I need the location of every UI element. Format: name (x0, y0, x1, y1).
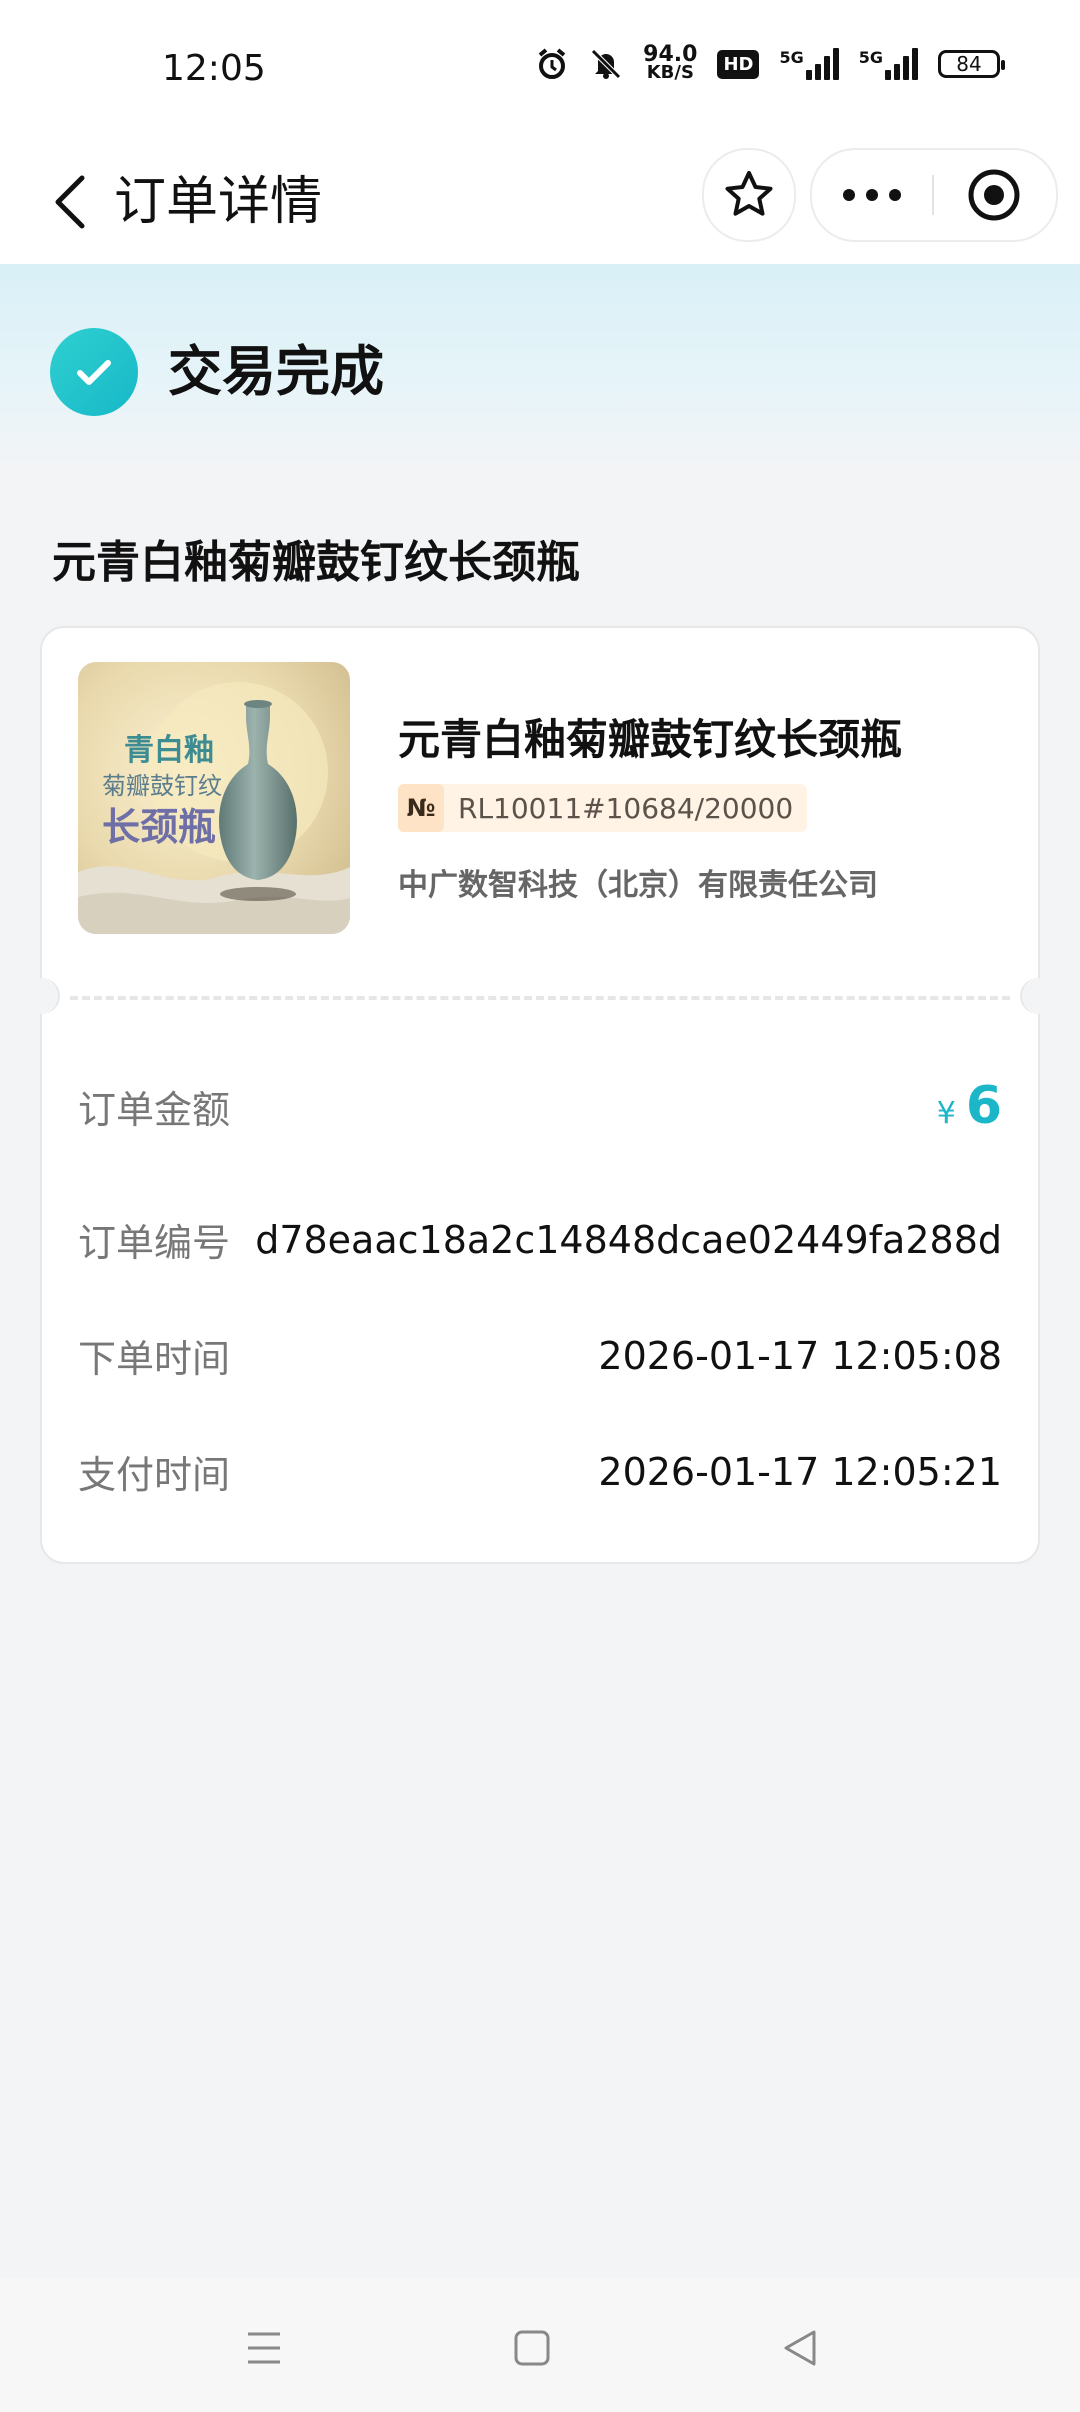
ticket-notch-left (22, 978, 60, 1014)
ticket-notch-right (1020, 978, 1058, 1014)
pay-time-row: 支付时间 2026-01-17 12:05:21 (78, 1444, 1002, 1499)
order-time-row: 下单时间 2026-01-17 12:05:08 (78, 1328, 1002, 1383)
page-title: 订单详情 (114, 172, 323, 232)
chevron-left-icon (55, 175, 85, 229)
order-number-row: 订单编号 d78eaac18a2c14848dcae02449fa288d (78, 1212, 1002, 1267)
amount-number: 6 (965, 1076, 1002, 1136)
system-nav-bar (0, 2278, 1080, 2412)
signal-icon-2: 5G (859, 48, 918, 80)
product-title: 元青白釉菊瓣鼓钉纹长颈瓶 (398, 715, 903, 764)
back-nav-button[interactable] (760, 2308, 840, 2388)
back-button[interactable] (30, 162, 110, 242)
order-status-banner: 交易完成 (0, 264, 1080, 474)
mute-bell-icon (589, 47, 623, 81)
order-number-value[interactable]: d78eaac18a2c14848dcae02449fa288d (255, 1218, 1002, 1262)
target-circle-icon (968, 169, 1020, 221)
amount-label: 订单金额 (78, 1087, 231, 1132)
product-thumbnail[interactable]: 青白釉 菊瓣鼓钉纹 长颈瓶 (78, 662, 350, 934)
product-heading: 元青白釉菊瓣鼓钉纹长颈瓶 (52, 537, 580, 588)
pay-time-value: 2026-01-17 12:05:21 (598, 1449, 1002, 1494)
network-speed: 94.0 KB/S (643, 42, 698, 83)
order-card: 青白釉 菊瓣鼓钉纹 长颈瓶 元青白釉菊瓣鼓钉纹长颈瓶 № RL10011#106… (22, 626, 1058, 1564)
battery-icon: 84 (938, 50, 1005, 78)
check-icon (50, 328, 138, 416)
menu-button[interactable] (224, 2308, 304, 2388)
thumb-text-3: 长颈瓶 (102, 804, 216, 849)
hd-voice-icon: HD (717, 49, 760, 79)
more-dots-icon (843, 189, 901, 201)
more-button[interactable] (812, 150, 932, 240)
home-button[interactable] (492, 2308, 572, 2388)
dashed-divider (70, 996, 1010, 1000)
serial-code: RL10011#10684/20000 (458, 791, 794, 825)
alarm-icon (535, 47, 569, 81)
page-header: 订单详情 (0, 140, 1080, 264)
favorite-button[interactable] (702, 148, 796, 242)
order-status-text: 交易完成 (168, 340, 384, 403)
order-number-label: 订单编号 (78, 1221, 231, 1265)
thumb-text-1: 青白釉 (124, 733, 214, 768)
close-mini-program-button[interactable] (934, 150, 1054, 240)
home-square-icon (514, 2330, 550, 2366)
pay-time-label: 支付时间 (78, 1453, 231, 1497)
star-icon (725, 171, 773, 216)
amount-row: 订单金额 ¥ 6 (78, 1076, 1002, 1136)
status-icons: 94.0 KB/S HD 5G 5G 84 (535, 42, 1005, 83)
order-time-value: 2026-01-17 12:05:08 (598, 1333, 1002, 1378)
serial-number-icon: № (398, 784, 444, 832)
signal-icon-1: 5G (779, 48, 839, 80)
currency-symbol: ¥ (936, 1096, 956, 1131)
mini-program-capsule (810, 148, 1058, 242)
menu-lines-icon (248, 2332, 280, 2364)
thumb-text-2: 菊瓣鼓钉纹 (102, 772, 222, 800)
issuer-company: 中广数智科技（北京）有限责任公司 (398, 868, 878, 903)
amount-value: ¥ 6 (937, 1076, 1002, 1136)
serial-badge: № RL10011#10684/20000 (398, 784, 808, 832)
status-bar: 12:05 94.0 KB/S HD 5G 5G 84 (0, 0, 1080, 140)
order-time-label: 下单时间 (78, 1337, 231, 1381)
status-time: 12:05 (162, 48, 266, 89)
back-triangle-icon (784, 2330, 816, 2366)
